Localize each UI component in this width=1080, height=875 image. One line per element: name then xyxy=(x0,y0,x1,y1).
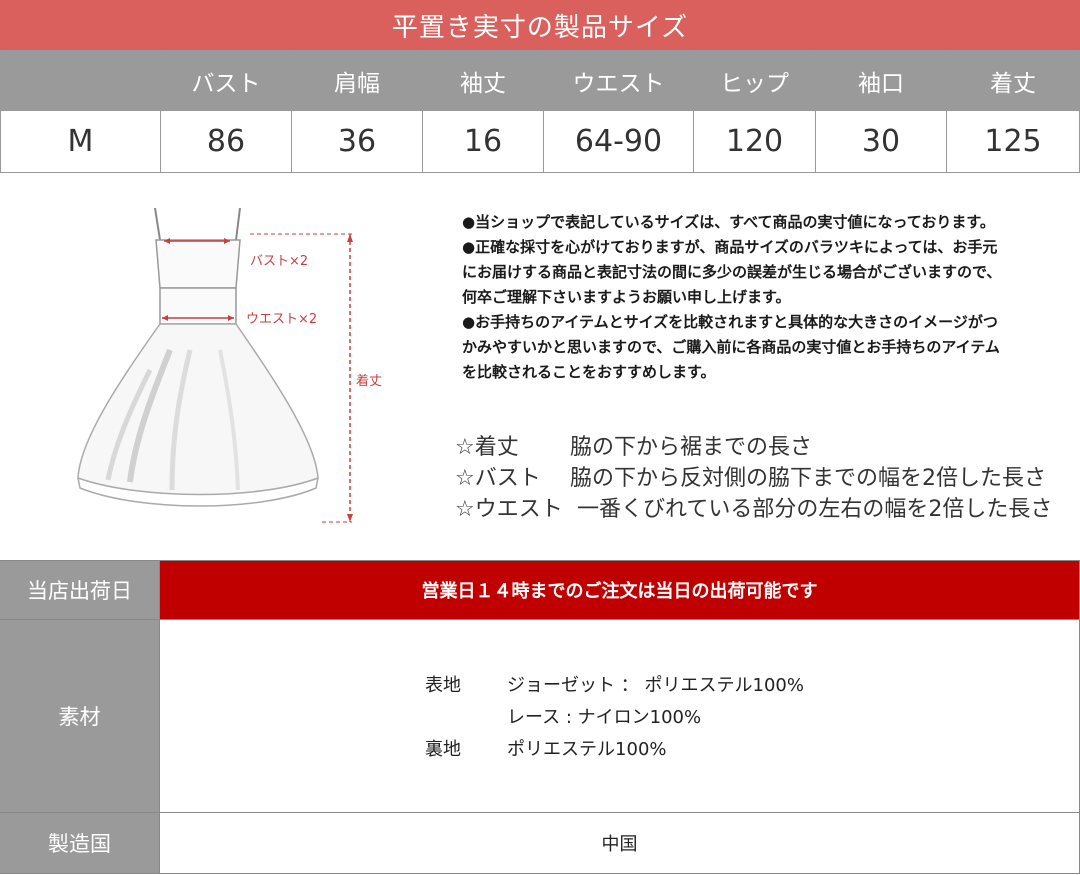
size-cell-bust: 86 xyxy=(160,110,292,173)
size-cell-size: M xyxy=(0,110,161,173)
size-banner-title: 平置き実寸の製品サイズ xyxy=(0,0,1080,50)
note-line: かみやすいかと思いますので、ご購入前に各商品の実寸値とお手持ちのアイテム xyxy=(462,338,1000,356)
size-header-cuff: 袖口 xyxy=(815,50,947,111)
lining-value: ポリエステル100% xyxy=(507,739,667,760)
note-line: ●正確な採寸を心がけておりますが、商品サイズのバラツキによっては、お手元 xyxy=(462,238,998,256)
definition-desc: 一番くびれている部分の左右の幅を2倍した長さ xyxy=(577,497,1053,522)
size-header-length: 着丈 xyxy=(946,50,1080,111)
note-line: にお届けする商品と表記寸法の間に多少の誤差が生じる場合がございますので、 xyxy=(462,263,1002,281)
waist-label: ウエスト×2 xyxy=(246,312,318,327)
origin-row: 製造国 中国 xyxy=(0,813,1080,874)
size-header-blank xyxy=(0,50,161,111)
definition-desc: 脇の下から裾までの長さ xyxy=(570,435,813,460)
size-cell-cuff: 30 xyxy=(815,110,947,173)
size-notes: ●当ショップで表記しているサイズは、すべて商品の実寸値になっております。 ●正確… xyxy=(462,210,1072,385)
note-line: ●お手持ちのアイテムとサイズを比較されますと具体的な大きさのイメージがつ xyxy=(462,313,998,331)
dress-illustration xyxy=(77,207,353,523)
material-row: 素材 表地 ジョーゼット ： ポリエステル100% レース : ナイロン100%… xyxy=(0,620,1080,813)
bust-label: バスト×2 xyxy=(250,254,309,269)
table-row: M 86 36 16 64-90 120 30 125 xyxy=(0,110,1080,173)
size-cell-waist: 64-90 xyxy=(543,110,694,173)
size-header-waist: ウエスト xyxy=(543,50,694,111)
outer-fabric-line-1: ジョーゼット ： ポリエステル100% xyxy=(507,675,804,696)
size-cell-shoulder: 36 xyxy=(291,110,423,173)
shipping-value: 営業日１４時までのご注文は当日の出荷可能です xyxy=(160,561,1080,619)
note-line: を比較されることをおすすめします。 xyxy=(462,363,716,381)
size-header-bust: バスト xyxy=(160,50,292,111)
note-line: 何卒ご理解下さいますようお願い申し上げます。 xyxy=(462,288,791,306)
size-header-shoulder: 肩幅 xyxy=(291,50,423,111)
material-value: 表地 ジョーゼット ： ポリエステル100% レース : ナイロン100% 裏地… xyxy=(160,620,1080,812)
size-cell-length: 125 xyxy=(946,110,1080,173)
definition-length: ☆着丈 脇の下から裾までの長さ xyxy=(455,432,1080,463)
definition-term: ☆バスト xyxy=(455,466,541,491)
size-header-sleeve: 袖丈 xyxy=(422,50,544,111)
definition-desc: 脇の下から反対側の脇下までの幅を2倍した長さ xyxy=(570,466,1046,491)
origin-value: 中国 xyxy=(160,813,1080,873)
definition-waist: ☆ウエスト 一番くびれている部分の左右の幅を2倍した長さ xyxy=(455,494,1080,525)
dress-diagram: バスト×2 ウエスト×2 着丈 xyxy=(60,200,383,530)
size-cell-hip: 120 xyxy=(693,110,816,173)
measurement-definitions: ☆着丈 脇の下から裾までの長さ ☆バスト 脇の下から反対側の脇下までの幅を2倍し… xyxy=(455,432,1080,525)
size-header-hip: ヒップ xyxy=(693,50,816,111)
outer-fabric-label: 表地 xyxy=(425,675,462,696)
length-label: 着丈 xyxy=(356,374,383,389)
size-table-header-row: バスト 肩幅 袖丈 ウエスト ヒップ 袖口 着丈 xyxy=(0,50,1080,111)
size-table: バスト 肩幅 袖丈 ウエスト ヒップ 袖口 着丈 M 86 36 16 64-9… xyxy=(0,50,1080,173)
outer-fabric-line-2: レース : ナイロン100% xyxy=(507,707,702,728)
size-cell-sleeve: 16 xyxy=(422,110,544,173)
product-info-table: 当店出荷日 営業日１４時までのご注文は当日の出荷可能です 素材 表地 ジョーゼッ… xyxy=(0,560,1080,874)
material-label: 素材 xyxy=(0,620,160,812)
shipping-label: 当店出荷日 xyxy=(0,561,160,619)
shipping-row: 当店出荷日 営業日１４時までのご注文は当日の出荷可能です xyxy=(0,560,1080,620)
origin-label: 製造国 xyxy=(0,813,160,873)
definition-bust: ☆バスト 脇の下から反対側の脇下までの幅を2倍した長さ xyxy=(455,463,1080,494)
lining-label: 裏地 xyxy=(425,739,462,760)
material-list: 表地 ジョーゼット ： ポリエステル100% レース : ナイロン100% 裏地… xyxy=(425,671,804,761)
definition-term: ☆着丈 xyxy=(455,435,519,460)
note-line: ●当ショップで表記しているサイズは、すべて商品の実寸値になっております。 xyxy=(462,213,995,231)
definition-term: ☆ウエスト xyxy=(455,497,563,522)
